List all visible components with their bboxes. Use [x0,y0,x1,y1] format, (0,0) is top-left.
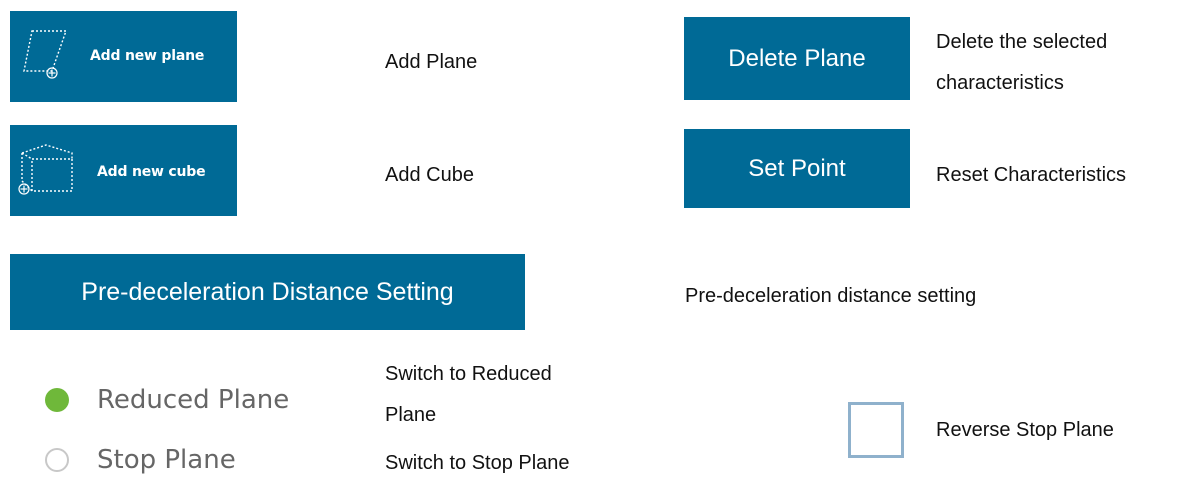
delete-plane-button[interactable]: Delete Plane [684,17,910,100]
reduced-plane-description-line2: Plane [385,404,437,426]
stop-plane-radio[interactable] [45,448,69,472]
reverse-stop-plane-description: Reverse Stop Plane [936,419,1114,441]
stop-plane-label: Stop Plane [97,445,236,475]
pre-deceleration-distance-setting-label: Pre-deceleration Distance Setting [81,277,454,306]
set-point-label: Set Point [748,154,846,182]
set-point-button[interactable]: Set Point [684,129,910,208]
delete-plane-description-line2: characteristics [936,72,1064,94]
stop-plane-description: Switch to Stop Plane [385,452,570,474]
delete-plane-description-line1: Delete the selected [936,31,1108,53]
reduced-plane-description-line1: Switch to Reduced [385,363,552,385]
delete-plane-label: Delete Plane [728,44,866,72]
add-new-plane-label: Add new plane [90,48,205,64]
plane-add-icon [20,25,70,86]
pre-deceleration-description: Pre-deceleration distance setting [685,285,977,307]
reverse-stop-plane-checkbox[interactable] [848,402,904,458]
add-cube-description: Add Cube [385,164,474,186]
add-new-plane-button[interactable]: Add new plane [10,11,237,102]
add-new-cube-label: Add new cube [97,164,206,180]
set-point-description: Reset Characteristics [936,164,1127,186]
add-new-cube-button[interactable]: Add new cube [10,125,237,216]
stop-plane-radio-option[interactable]: Stop Plane [45,445,236,475]
reduced-plane-label: Reduced Plane [97,385,290,415]
add-plane-description: Add Plane [385,51,478,73]
reduced-plane-radio-option[interactable]: Reduced Plane [45,385,289,415]
cube-add-icon [16,141,78,206]
pre-deceleration-distance-setting-button[interactable]: Pre-deceleration Distance Setting [10,254,525,330]
reduced-plane-radio[interactable] [45,388,69,412]
